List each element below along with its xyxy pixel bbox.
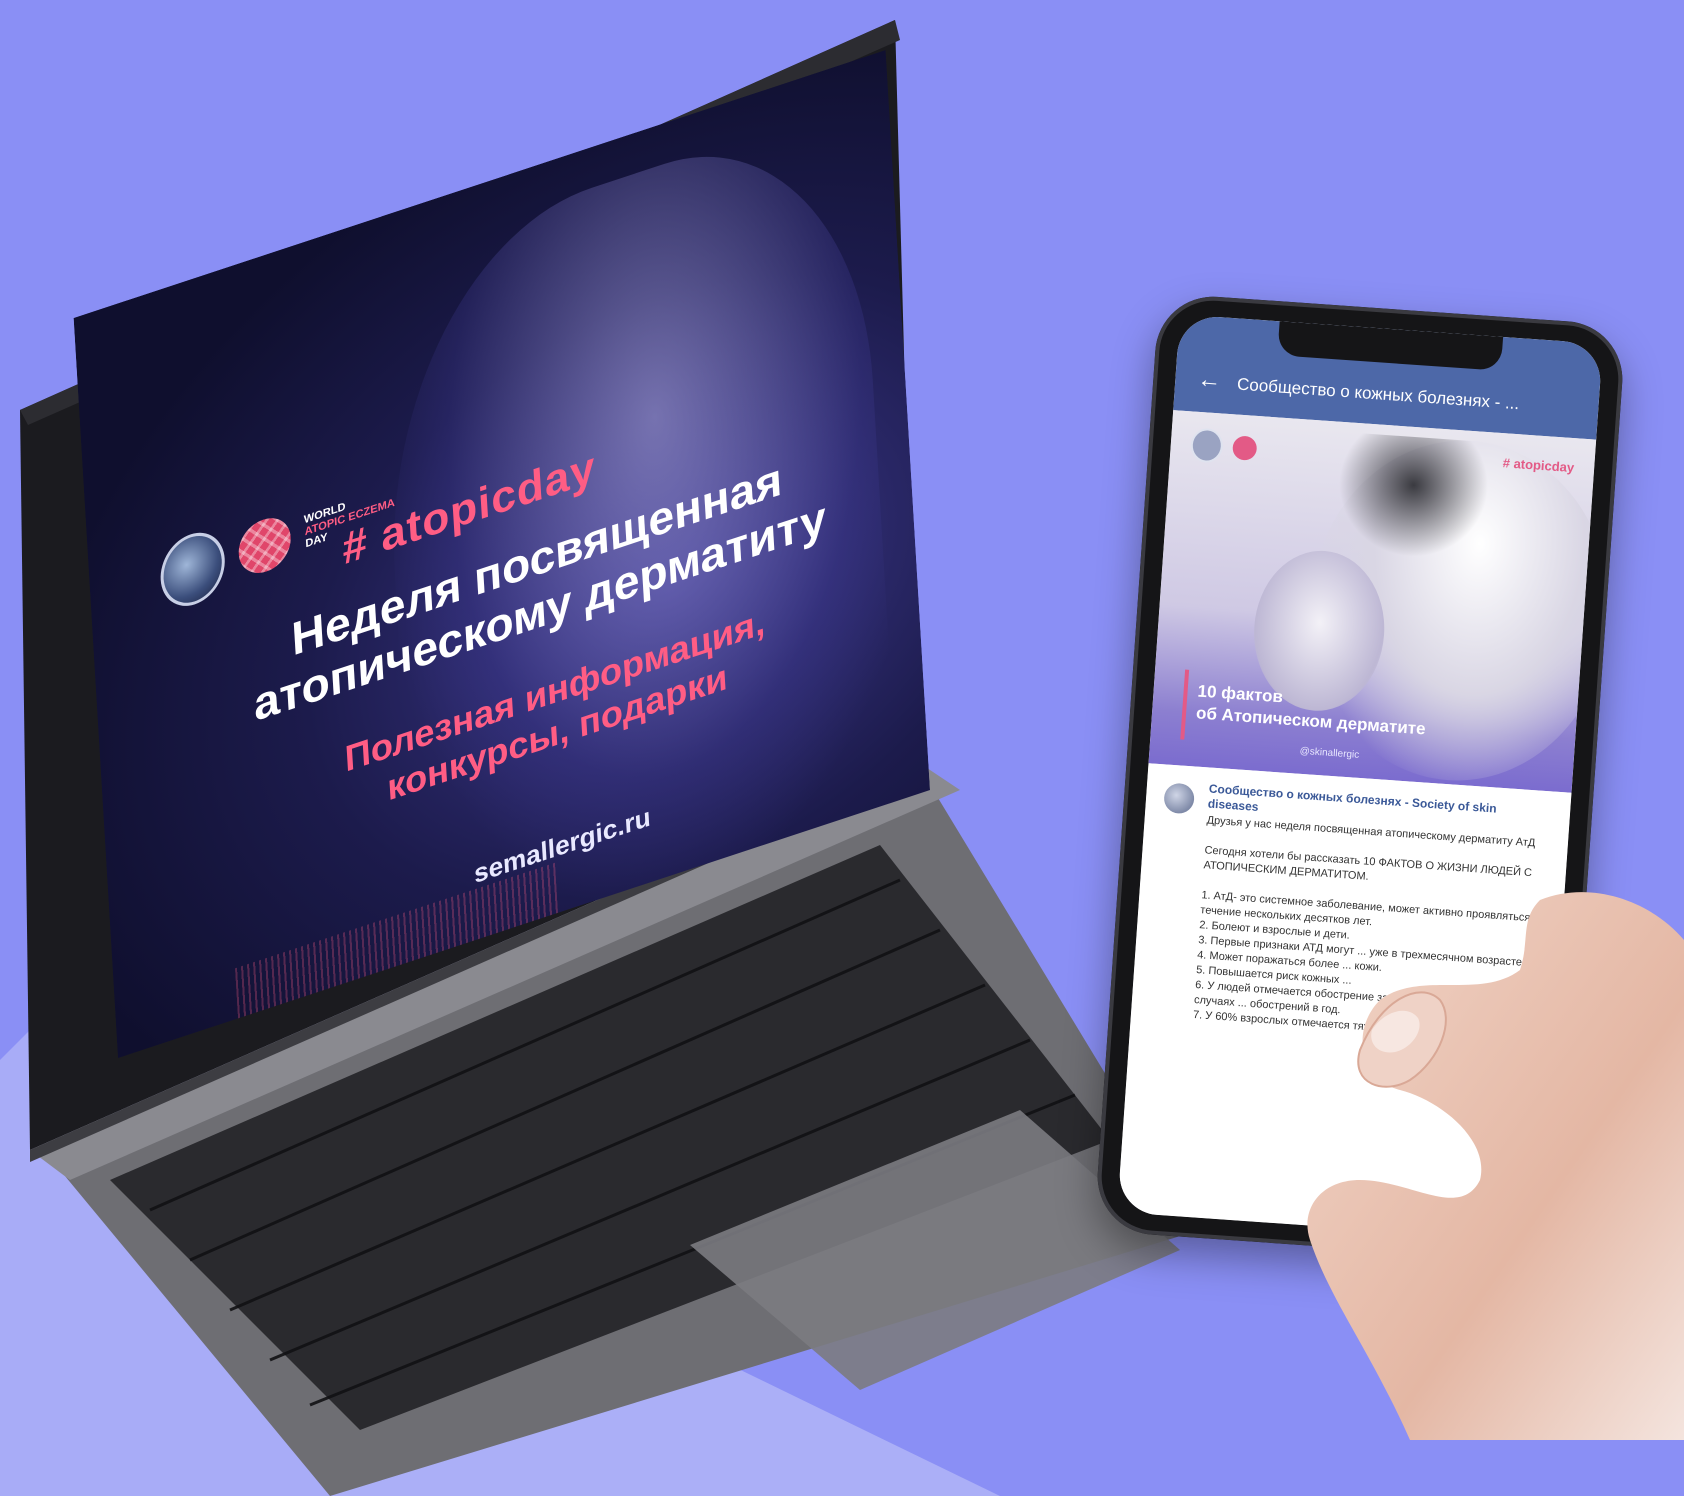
- globe-logo-icon: [1189, 427, 1224, 464]
- globe-logo-icon: [158, 523, 227, 615]
- atopic-day-logo-icon: [1231, 435, 1258, 461]
- back-arrow-icon[interactable]: ←: [1196, 366, 1222, 395]
- atopic-day-logo-icon: [237, 511, 293, 581]
- avatar[interactable]: [1163, 782, 1196, 815]
- laptop: WORLD ATOPIC ECZEMA DAY # atopicday Неде…: [0, 0, 1200, 1496]
- post-image[interactable]: # atopicday 10 фактов об Атопическом дер…: [1148, 410, 1597, 793]
- accent-bar: [1180, 669, 1190, 740]
- image-handle: @skinallergic: [1299, 745, 1360, 761]
- header-title: Сообщество о кожных болезнях - ...: [1236, 374, 1520, 414]
- hair-shadow: [1333, 431, 1492, 563]
- hand-holding-phone: [1307, 892, 1684, 1440]
- image-logos: [1189, 427, 1258, 466]
